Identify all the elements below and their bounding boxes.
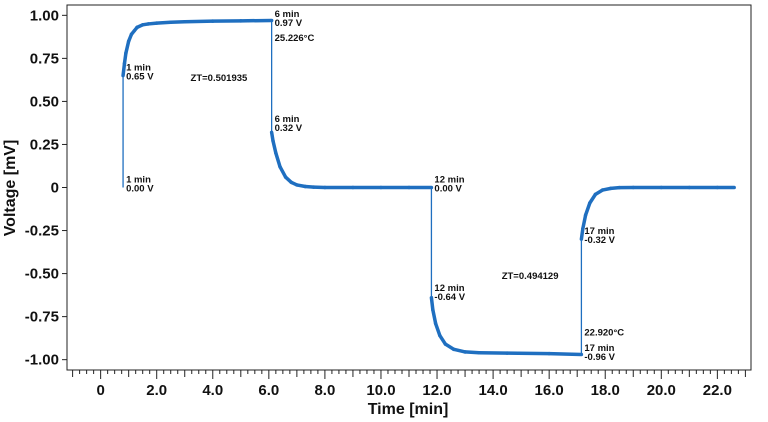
annotation-line: 25.226°C <box>275 33 315 44</box>
annotation-line: 0.65 V <box>126 71 154 82</box>
x-tick-label: 2.0 <box>146 382 167 399</box>
voltage-curve-segment <box>168 19 187 24</box>
annotation-line: 0.97 V <box>275 18 303 29</box>
x-axis: 0 2.0 4.0 6.0 8.0 10.0 12.0 14.0 16.0 18.0 20.0 22.… <box>72 370 746 399</box>
x-tick-label: 14.0 <box>478 382 507 399</box>
x-tick-label: 10.0 <box>366 382 395 399</box>
annotation-label: 1 min 0.65 V <box>126 62 154 82</box>
voltage-curve-segment <box>154 20 173 25</box>
y-tick-label: 0 <box>51 180 59 197</box>
annotation-label: ZT=0.494129 <box>502 271 559 282</box>
annotation-label: 6 min 0.97 V <box>275 9 303 29</box>
y-tick-label: -0.75 <box>25 309 59 326</box>
voltage-curve-segment <box>463 350 481 355</box>
y-tick-label: 0.50 <box>30 93 59 110</box>
series-layer <box>121 18 736 357</box>
annotation-line: -0.32 V <box>584 235 615 246</box>
x-axis-title: Time [min] <box>368 401 449 418</box>
voltage-curve-segment <box>505 351 551 356</box>
annotation-line: -0.64 V <box>434 292 465 303</box>
voltage-curve-segment <box>278 165 288 179</box>
x-tick-label: 12.0 <box>422 382 451 399</box>
annotation-label: 6 min 0.32 V <box>275 114 303 134</box>
annotation-label: 17 min -0.96 V <box>584 343 615 363</box>
y-tick-label: 1.00 <box>30 7 59 24</box>
voltage-curve-segment <box>121 61 127 78</box>
annotation-label: 25.226°C <box>275 33 315 44</box>
annotation-line: ZT=0.494129 <box>502 271 559 282</box>
voltage-curve-segment <box>433 321 442 338</box>
voltage-curve-segment <box>547 351 584 357</box>
y-tick-label: -1.00 <box>25 352 59 369</box>
y-tick-label: -0.25 <box>25 223 59 240</box>
y-axis-title: Voltage [mV] <box>2 140 19 237</box>
annotation-label: 17 min -0.32 V <box>584 226 615 246</box>
voltage-curve-segment <box>182 19 215 24</box>
annotation-line: 0.00 V <box>126 183 154 194</box>
voltage-curve-segment <box>431 307 438 326</box>
annotation-label: 12 min -0.64 V <box>434 283 465 303</box>
y-tick-label: 0.75 <box>30 50 59 67</box>
voltage-curve-segment <box>271 139 278 155</box>
annotation-line: -0.96 V <box>584 352 615 363</box>
y-axis: 1.00 0.75 0.50 0.25 0 -0.25 -0.50 -0.75 -1.00 <box>25 7 67 369</box>
annotation-line: 0.00 V <box>434 183 462 194</box>
voltage-time-chart: 1.00 0.75 0.50 0.25 0 -0.25 -0.50 -0.75 -1.00 0 2… <box>2 4 752 418</box>
x-tick-label: 4.0 <box>202 382 223 399</box>
annotation-line: 0.32 V <box>275 123 303 134</box>
x-tick-label: 8.0 <box>314 382 335 399</box>
annotation-label: 22.920°C <box>584 328 624 339</box>
annotation-label: ZT=0.501935 <box>191 73 248 84</box>
x-tick-label: 16.0 <box>535 382 564 399</box>
annotation-line: 22.920°C <box>584 328 624 339</box>
annotation-line: ZT=0.501935 <box>191 73 248 84</box>
x-tick-label: 22.0 <box>703 382 732 399</box>
annotation-label: 12 min 0.00 V <box>434 174 464 194</box>
x-tick-label: 18.0 <box>591 382 620 399</box>
x-tick-label: 20.0 <box>647 382 676 399</box>
y-tick-label: 0.25 <box>30 136 59 153</box>
voltage-curve-segment <box>429 295 435 312</box>
x-tick-label: 0 <box>96 382 104 399</box>
y-tick-label: -0.50 <box>25 266 59 283</box>
voltage-curve-segment <box>583 201 592 217</box>
x-tick-label: 6.0 <box>258 382 279 399</box>
voltage-curve-segment <box>274 151 282 169</box>
voltage-curve-segment <box>124 39 131 55</box>
annotation-label: 1 min 0.00 V <box>126 174 154 194</box>
